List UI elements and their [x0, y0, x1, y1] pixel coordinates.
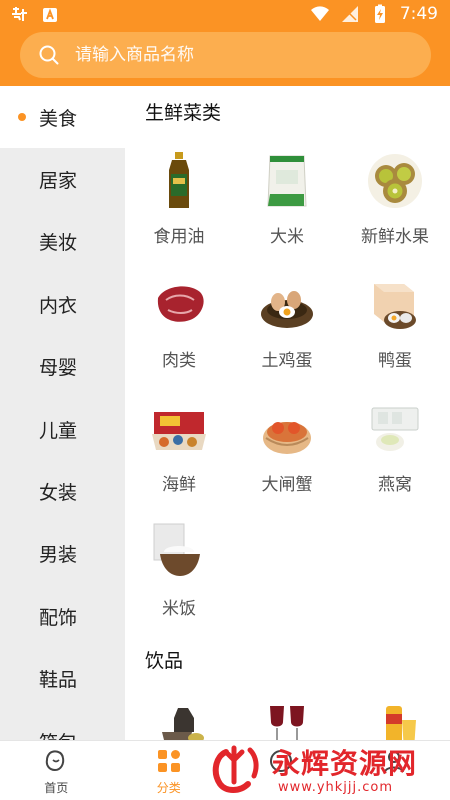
sidebar-item-label: 配饰: [39, 606, 78, 629]
watermark: 永辉资源网 www.yhkjjj.com: [200, 742, 450, 798]
item-label: 鸭蛋: [378, 351, 412, 371]
app-notification-icon: [12, 7, 27, 21]
eggs-nest-icon: [261, 291, 313, 328]
item-label: 大米: [270, 227, 304, 247]
category-content: 生鲜菜类 食用油 大米 新鲜水果 肉类 土鸡蛋 鸭蛋 海鲜 大闸蟹 燕窝 米饭 …: [125, 86, 450, 740]
sidebar-item-label: 美食: [39, 107, 78, 130]
category-item-duck-eggs[interactable]: 鸭蛋: [341, 274, 449, 384]
category-item-seafood[interactable]: 海鲜: [125, 398, 233, 508]
oil-bottle-icon: [169, 152, 189, 208]
search-bar[interactable]: [20, 32, 431, 78]
battery-charging-icon: [374, 4, 385, 23]
category-item-rice[interactable]: 大米: [233, 150, 341, 260]
item-label: 肉类: [162, 351, 196, 371]
category-item-eggs[interactable]: 土鸡蛋: [233, 274, 341, 384]
category-item-tea[interactable]: [125, 698, 233, 740]
signal-icon: [341, 6, 358, 22]
sidebar-item-label: 女装: [39, 482, 78, 505]
search-icon: [39, 45, 59, 65]
meat-icon: [157, 286, 204, 322]
sidebar-item-label: 儿童: [39, 419, 78, 442]
sidebar-item-kids[interactable]: 儿童: [0, 398, 125, 460]
status-bar: 7:49: [0, 0, 450, 32]
sidebar-item-accessories[interactable]: 配饰: [0, 585, 125, 647]
birds-nest-icon: [371, 407, 419, 451]
active-dot: [18, 113, 26, 121]
sidebar-item-label: 居家: [39, 170, 78, 193]
category-grid-icon: [157, 750, 180, 772]
sidebar-item-label: 鞋品: [39, 669, 78, 692]
sidebar-item-home[interactable]: 居家: [0, 148, 125, 210]
sidebar-item-label: 内衣: [39, 294, 78, 317]
category-item-juice[interactable]: [341, 698, 449, 740]
category-item-wine[interactable]: [233, 698, 341, 740]
sidebar-item-label: 男装: [39, 544, 78, 567]
sidebar-item-mens[interactable]: 男装: [0, 523, 125, 585]
kiwi-fruit-icon: [368, 154, 422, 208]
wine-glasses-icon: [270, 706, 304, 740]
search-input[interactable]: [75, 45, 375, 65]
category-sidebar: 美食 居家 美妆 内衣 母婴 儿童 女装 男装 配饰 鞋品 箱包: [0, 86, 125, 740]
seafood-box-icon: [152, 412, 206, 450]
tab-home[interactable]: 首页: [0, 741, 113, 800]
sidebar-item-bags[interactable]: 箱包: [0, 710, 125, 740]
item-label: 食用油: [153, 227, 205, 247]
sidebar-item-baby[interactable]: 母婴: [0, 336, 125, 398]
download-notification-icon: [43, 8, 57, 22]
category-item-meat[interactable]: 肉类: [125, 274, 233, 384]
home-icon: [46, 750, 65, 772]
sidebar-item-food[interactable]: 美食: [0, 86, 125, 149]
sidebar-item-label: 箱包: [39, 728, 77, 740]
wifi-icon: [310, 6, 329, 22]
status-time: 7:49: [399, 4, 438, 24]
watermark-logo-icon: [212, 745, 259, 793]
rice-bag-icon: [267, 155, 307, 207]
search-header: [0, 32, 450, 86]
sidebar-item-womens[interactable]: 女装: [0, 460, 125, 522]
watermark-text: 永辉资源网: [272, 747, 418, 780]
category-item-birds-nest[interactable]: 燕窝: [341, 398, 449, 508]
item-label: 燕窝: [378, 475, 412, 495]
tab-label: 首页: [44, 781, 69, 795]
item-label: 新鲜水果: [361, 227, 429, 247]
section-title: 饮品: [145, 650, 184, 672]
crab-steamer-icon: [263, 422, 311, 454]
sidebar-item-underwear[interactable]: 内衣: [0, 273, 125, 335]
category-item-fruit[interactable]: 新鲜水果: [341, 150, 449, 260]
item-label: 大闸蟹: [261, 475, 313, 495]
category-item-oil[interactable]: 食用油: [125, 150, 233, 260]
juice-drink-icon: [386, 706, 416, 740]
sidebar-item-label: 母婴: [39, 357, 78, 380]
sidebar-item-makeup[interactable]: 美妆: [0, 211, 125, 273]
sidebar-item-label: 美妆: [39, 232, 78, 255]
rice-bowl-icon: [153, 523, 200, 576]
section-title: 生鲜菜类: [145, 102, 222, 124]
item-label: 土鸡蛋: [261, 351, 313, 371]
sidebar-item-shoes[interactable]: 鞋品: [0, 648, 125, 710]
category-item-crab[interactable]: 大闸蟹: [233, 398, 341, 508]
duck-egg-box-icon: [374, 284, 416, 329]
tea-set-icon: [162, 708, 204, 740]
item-label: 海鲜: [162, 475, 196, 495]
watermark-url: www.yhkjjj.com: [278, 780, 394, 795]
category-item-rice-dish[interactable]: 米饭: [125, 522, 233, 632]
item-label: 米饭: [162, 599, 196, 619]
